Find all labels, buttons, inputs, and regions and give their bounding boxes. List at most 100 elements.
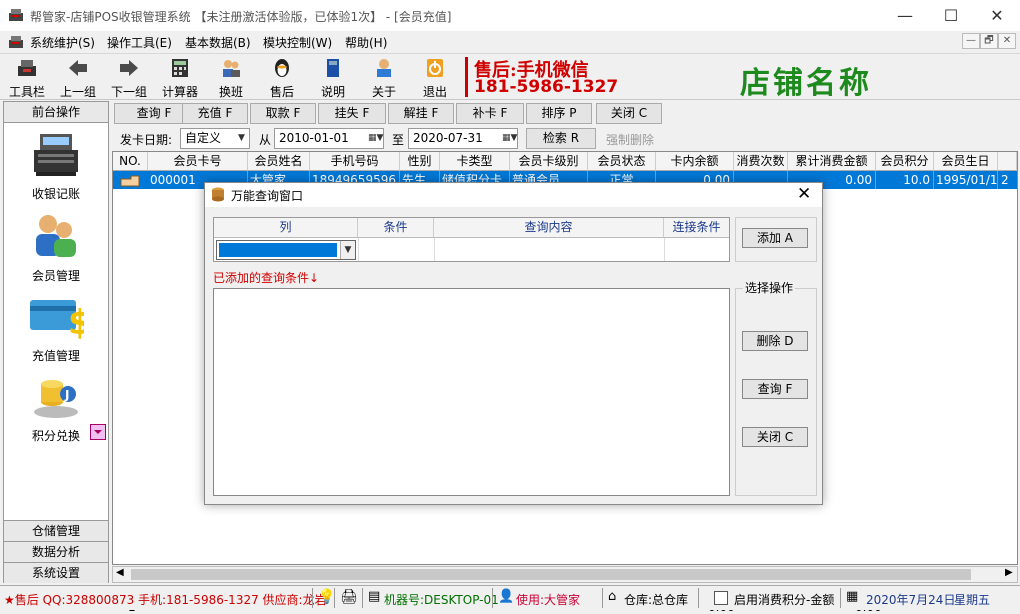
added-conditions-list[interactable] [213,288,730,496]
query-button[interactable]: 查询 F [742,379,808,399]
calendar-icon: ▦ [846,589,859,604]
toolbar-label: 计算器 [161,85,198,99]
toolbar-button-shift[interactable]: 换班 [206,56,256,99]
nav-item-label: 充值管理 [31,349,80,363]
svg-text:J: J [64,388,69,402]
chevron-down-icon [94,430,102,434]
status-bar: ★售后 QQ:328800873 手机:181-5986-1327 供应商:龙岩… [0,585,1020,610]
added-conditions-label: 已添加的查询条件↓ [213,271,320,285]
users-icon [223,60,240,77]
status-points-mode: 启用消费积分-金额 [734,593,835,607]
nav-item-recharge[interactable]: $ 充值管理 [4,292,108,364]
tab-cancel-loss[interactable]: 解挂 F [388,103,454,124]
toolbar-button-exit[interactable]: 退出 [410,56,460,99]
dialog-close-button[interactable]: 关闭 C [742,427,808,447]
column-header[interactable]: 会员生日 [934,152,998,171]
column-select[interactable]: ▼ [216,240,356,260]
divider [664,238,665,261]
nav-item-label: 会员管理 [31,269,80,283]
mdi-minimize-button[interactable]: — [962,33,980,49]
to-date-value: 2020-07-31 [413,131,483,145]
nav-footer-analysis[interactable]: 数据分析 [4,541,108,562]
to-date-picker[interactable]: 2020-07-31 ▦▼ [408,128,518,149]
menu-tools[interactable]: 操作工具(E) [107,34,172,51]
expand-menu-button[interactable] [90,424,106,440]
toolbar-button-aftersale[interactable]: 售后 [257,56,307,99]
column-header[interactable]: 会员姓名 [248,152,310,171]
scrollbar-thumb[interactable] [131,569,971,580]
column-header[interactable]: 会员卡级别 [510,152,588,171]
column-header[interactable]: 手机号码 [310,152,400,171]
pointing-hand-icon [120,175,140,187]
universal-query-dialog: 万能查询窗口 ✕ 添加 A 列 条件 查询内容 连接条件 ▼ 已添加的查询条件↓… [204,182,823,505]
tab-recharge[interactable]: 充值 F [182,103,248,124]
nav-item-members[interactable]: 会员管理 [4,212,108,284]
menu-basic-data[interactable]: 基本数据(B) [185,34,251,51]
menu-modules[interactable]: 模块控制(W) [263,34,332,51]
scroll-left-icon[interactable]: ◀ [116,567,124,578]
toolbar-button-about[interactable]: 关于 [359,56,409,99]
toolbar-label: 关于 [371,85,396,99]
menu-system[interactable]: 系统维护(S) [30,34,95,51]
column-header[interactable]: 卡内余额 [656,152,734,171]
scroll-right-icon[interactable]: ▶ [1005,567,1013,578]
column-header[interactable] [998,152,1017,171]
column-header[interactable]: 性别 [400,152,440,171]
close-button[interactable]: ✕ [974,0,1020,31]
search-button[interactable]: 检索 R [526,128,596,149]
tab-replace-card[interactable]: 补卡 F [456,103,524,124]
tab-report-loss[interactable]: 挂失 F [318,103,386,124]
status-aftersale-hotline: ★售后 QQ:328800873 手机:181-5986-1327 供应商:龙岩 [4,593,327,607]
from-date-picker[interactable]: 2010-01-01 ▦▼ [274,128,384,149]
column-header[interactable]: 消费次数 [734,152,788,171]
dialog-close-icon[interactable]: ✕ [797,184,811,204]
checkbox-icon[interactable] [714,591,728,605]
database-icon [212,187,224,202]
force-delete-button[interactable]: 强制删除 [606,131,654,148]
date-mode-select[interactable]: 自定义 ▼ [180,128,250,149]
divider [840,588,841,608]
column-header[interactable]: NO. [113,152,148,171]
calculator-icon [172,59,188,77]
mdi-close-button[interactable]: ✕ [998,33,1016,49]
column-header[interactable]: 会员卡号 [148,152,248,171]
lightbulb-icon: 💡 [318,589,336,605]
from-date-value: 2010-01-01 [279,131,349,145]
menu-help[interactable]: 帮助(H) [345,34,387,51]
tab-withdraw[interactable]: 取款 F [250,103,316,124]
tab-close[interactable]: 关闭 C [596,103,662,124]
delete-button[interactable]: 删除 D [742,331,808,351]
toolbar-label: 退出 [422,85,447,99]
menu-bar: 系统维护(S) 操作工具(E) 基本数据(B) 模块控制(W) 帮助(H) [0,31,1020,53]
cell-extra: 2 [1001,173,1009,187]
minimize-button[interactable]: — [882,0,928,31]
cash-register-icon [18,60,36,76]
column-header[interactable]: 会员状态 [588,152,656,171]
column-header[interactable]: 会员积分 [876,152,934,171]
maximize-button[interactable]: ☐ [928,0,974,31]
left-nav-panel: 前台操作 收银记账 会员管理 $ 充值管理 J 积分兑换 仓储管理 数据分析 系… [3,101,109,583]
store-name: 店铺名称 [740,66,872,101]
toolbar-button-manual[interactable]: 说明 [308,56,358,99]
svg-text:$: $ [68,303,84,340]
nav-footer-settings[interactable]: 系统设置 [4,562,108,583]
toolbar-button-next-group[interactable]: 下一组 [104,56,154,99]
divider [434,238,435,261]
toolbar-button-calculator[interactable]: 计算器 [155,56,205,99]
column-header[interactable]: 累计消费金额 [788,152,876,171]
cash-register-icon [9,36,23,48]
mdi-restore-button[interactable]: 🗗 [980,33,998,49]
nav-header-frontdesk[interactable]: 前台操作 [4,102,108,123]
arrow-right-icon [120,60,138,76]
divider [312,588,313,608]
toolbar-button-prev-group[interactable]: 上一组 [53,56,103,99]
add-button[interactable]: 添加 A [742,228,808,248]
calendar-dropdown-icon: ▦▼ [368,133,384,143]
horizontal-scrollbar[interactable]: ◀ ▶ [112,566,1018,583]
column-header: 列 [214,218,358,238]
tab-sort[interactable]: 排序 P [526,103,592,124]
nav-footer-warehouse[interactable]: 仓储管理 [4,520,108,541]
toolbar-button-toolbar[interactable]: 工具栏 [2,56,52,99]
nav-item-cashier[interactable]: 收银记账 [4,130,108,202]
column-header[interactable]: 卡类型 [440,152,510,171]
